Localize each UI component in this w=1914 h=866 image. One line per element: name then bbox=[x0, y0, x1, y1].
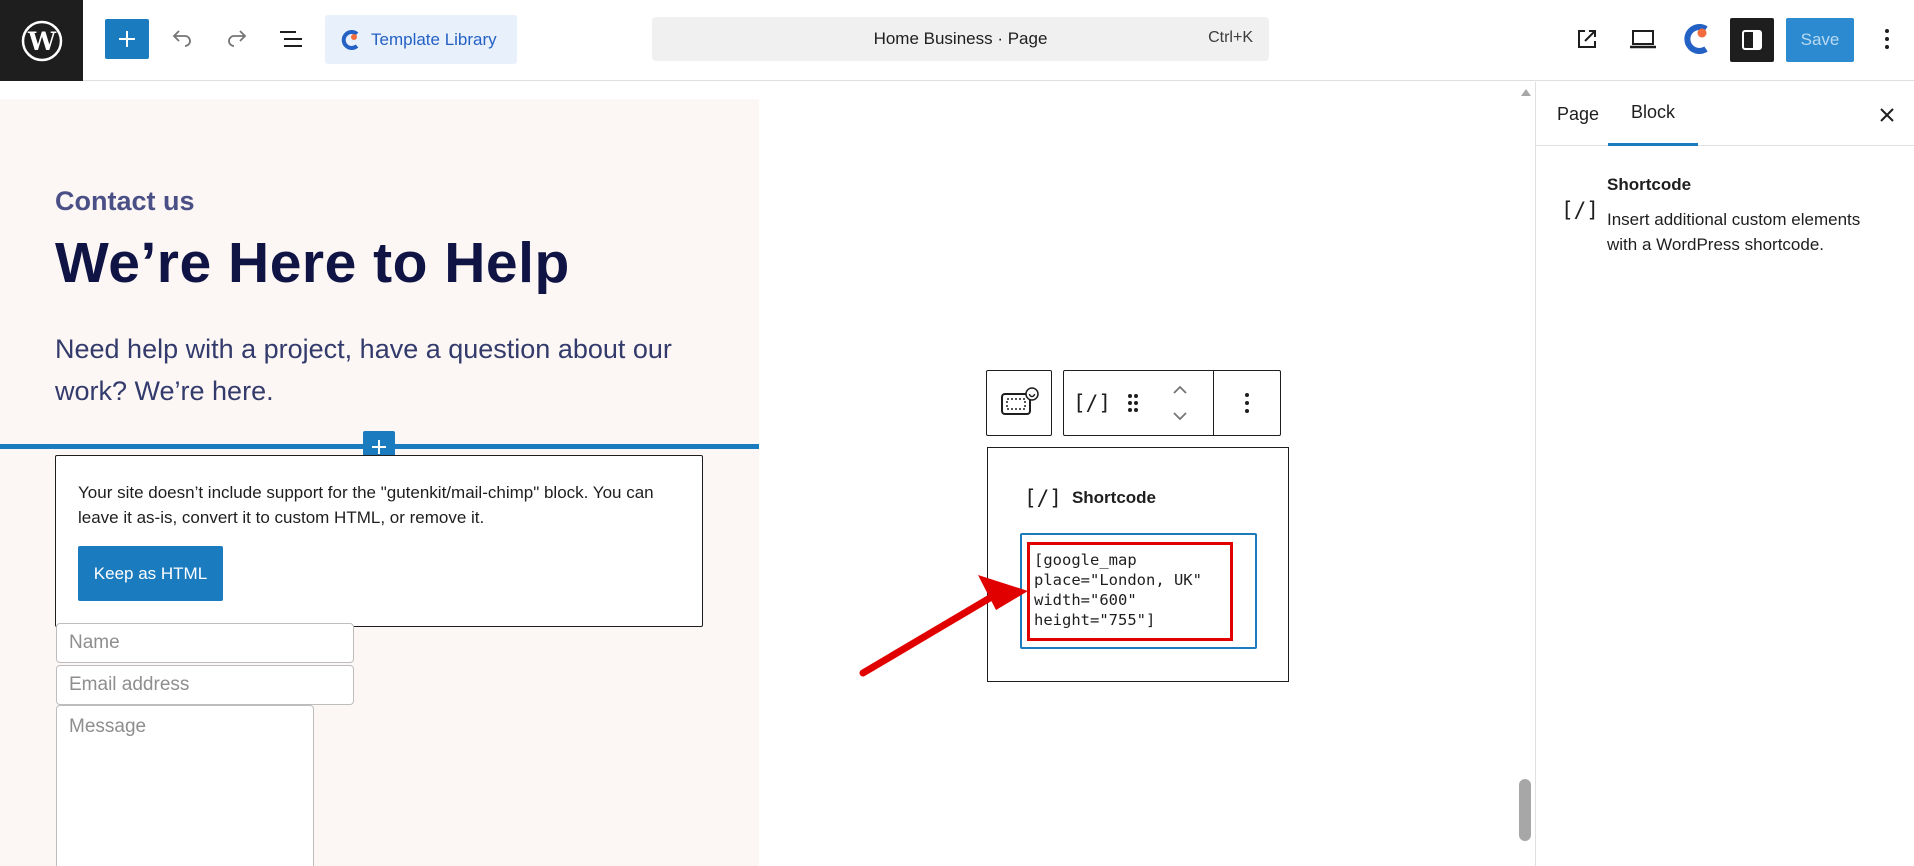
missing-block-warning[interactable]: Your site doesn’t include support for th… bbox=[55, 455, 703, 627]
settings-sidebar: Page Block [/] Shortcode Insert addition… bbox=[1535, 82, 1914, 866]
toolbar-divider bbox=[1213, 371, 1214, 435]
settings-sidebar-toggle[interactable] bbox=[1730, 18, 1774, 62]
move-up-button[interactable] bbox=[1162, 377, 1198, 403]
chevron-down-icon bbox=[1173, 412, 1187, 421]
gutenkit-icon bbox=[1684, 24, 1708, 54]
add-block-button[interactable] bbox=[105, 19, 149, 59]
drag-handle[interactable] bbox=[1118, 371, 1148, 435]
block-card-description: Insert additional custom elements with a… bbox=[1607, 210, 1861, 254]
shortcode-block-label: [/] Shortcode bbox=[1024, 486, 1156, 510]
shortcode-textarea[interactable]: [google_map place="London, UK" width="60… bbox=[1020, 533, 1257, 649]
sidebar-icon bbox=[1742, 30, 1762, 50]
shortcode-label: Shortcode bbox=[1071, 488, 1156, 507]
shortcode-icon: [/] bbox=[1561, 198, 1599, 222]
shortcode-text: [google_map place="London, UK" width="60… bbox=[1034, 551, 1202, 629]
block-options-button[interactable] bbox=[1219, 371, 1275, 435]
view-page-button[interactable] bbox=[1568, 20, 1606, 58]
drag-handle-icon bbox=[1128, 394, 1138, 412]
plus-icon bbox=[372, 440, 386, 454]
wordpress-logo-icon[interactable]: W bbox=[0, 0, 83, 81]
document-title: Home Business · Page bbox=[873, 29, 1048, 48]
canvas-scrollbar-thumb[interactable] bbox=[1519, 779, 1531, 841]
document-overview-button[interactable] bbox=[272, 20, 310, 58]
move-down-button[interactable] bbox=[1162, 403, 1198, 429]
save-button[interactable]: Save bbox=[1786, 18, 1854, 62]
command-shortcut: Ctrl+K bbox=[1208, 29, 1253, 46]
block-card-title: Shortcode bbox=[1607, 175, 1692, 194]
email-field[interactable]: Email address bbox=[56, 665, 354, 705]
undo-icon bbox=[172, 30, 191, 47]
shortcode-icon: [/] bbox=[1024, 486, 1062, 510]
options-button[interactable] bbox=[1872, 20, 1902, 58]
shortcode-transform-icon bbox=[1001, 387, 1039, 415]
contact-eyebrow[interactable]: Contact us bbox=[55, 186, 195, 217]
editor-canvas[interactable]: Contact us We’re Here to Help Need help … bbox=[0, 82, 1535, 866]
external-link-icon bbox=[1578, 30, 1596, 48]
keep-as-html-button[interactable]: Keep as HTML bbox=[78, 546, 223, 601]
template-library-label: Template Library bbox=[371, 29, 497, 49]
missing-block-message: Your site doesn’t include support for th… bbox=[78, 483, 654, 527]
sidebar-tabs: Page Block bbox=[1536, 82, 1914, 146]
plus-icon bbox=[119, 31, 135, 47]
command-palette-bar[interactable]: Home Business · Page Ctrl+K bbox=[652, 17, 1269, 61]
editor-top-bar: W Template Library Home Business · Page … bbox=[0, 0, 1914, 81]
name-field[interactable]: Name bbox=[56, 623, 354, 663]
tab-page[interactable]: Page bbox=[1557, 82, 1599, 146]
chevron-up-icon bbox=[1173, 385, 1187, 394]
vertical-dots-icon bbox=[1885, 29, 1889, 49]
list-view-icon bbox=[280, 31, 302, 47]
contact-lead-paragraph[interactable]: Need help with a project, have a questio… bbox=[55, 328, 715, 412]
template-library-button[interactable]: Template Library bbox=[325, 15, 517, 64]
message-field[interactable]: Message bbox=[56, 705, 314, 866]
device-preview-button[interactable] bbox=[1622, 20, 1664, 58]
tab-block[interactable]: Block bbox=[1608, 82, 1698, 146]
close-icon bbox=[1880, 108, 1894, 122]
contact-headline[interactable]: We’re Here to Help bbox=[55, 230, 570, 296]
gutenkit-logo-icon bbox=[341, 29, 359, 50]
block-type-button[interactable]: [/] bbox=[1072, 371, 1112, 435]
scroll-up-arrow-icon[interactable] bbox=[1519, 86, 1533, 98]
gutenkit-button[interactable] bbox=[1676, 19, 1716, 59]
svg-text:W: W bbox=[26, 27, 56, 56]
shortcode-icon: [/] bbox=[1073, 391, 1111, 415]
redo-button[interactable] bbox=[218, 20, 256, 58]
redo-icon bbox=[228, 30, 247, 47]
desktop-icon bbox=[1630, 30, 1656, 49]
vertical-dots-icon bbox=[1245, 393, 1249, 413]
close-sidebar-button[interactable] bbox=[1874, 102, 1900, 128]
block-transform-button[interactable] bbox=[986, 370, 1052, 436]
undo-button[interactable] bbox=[163, 20, 201, 58]
block-toolbar: [/] bbox=[1063, 370, 1281, 436]
shortcode-block[interactable]: [/] Shortcode [google_map place="London,… bbox=[987, 447, 1289, 682]
